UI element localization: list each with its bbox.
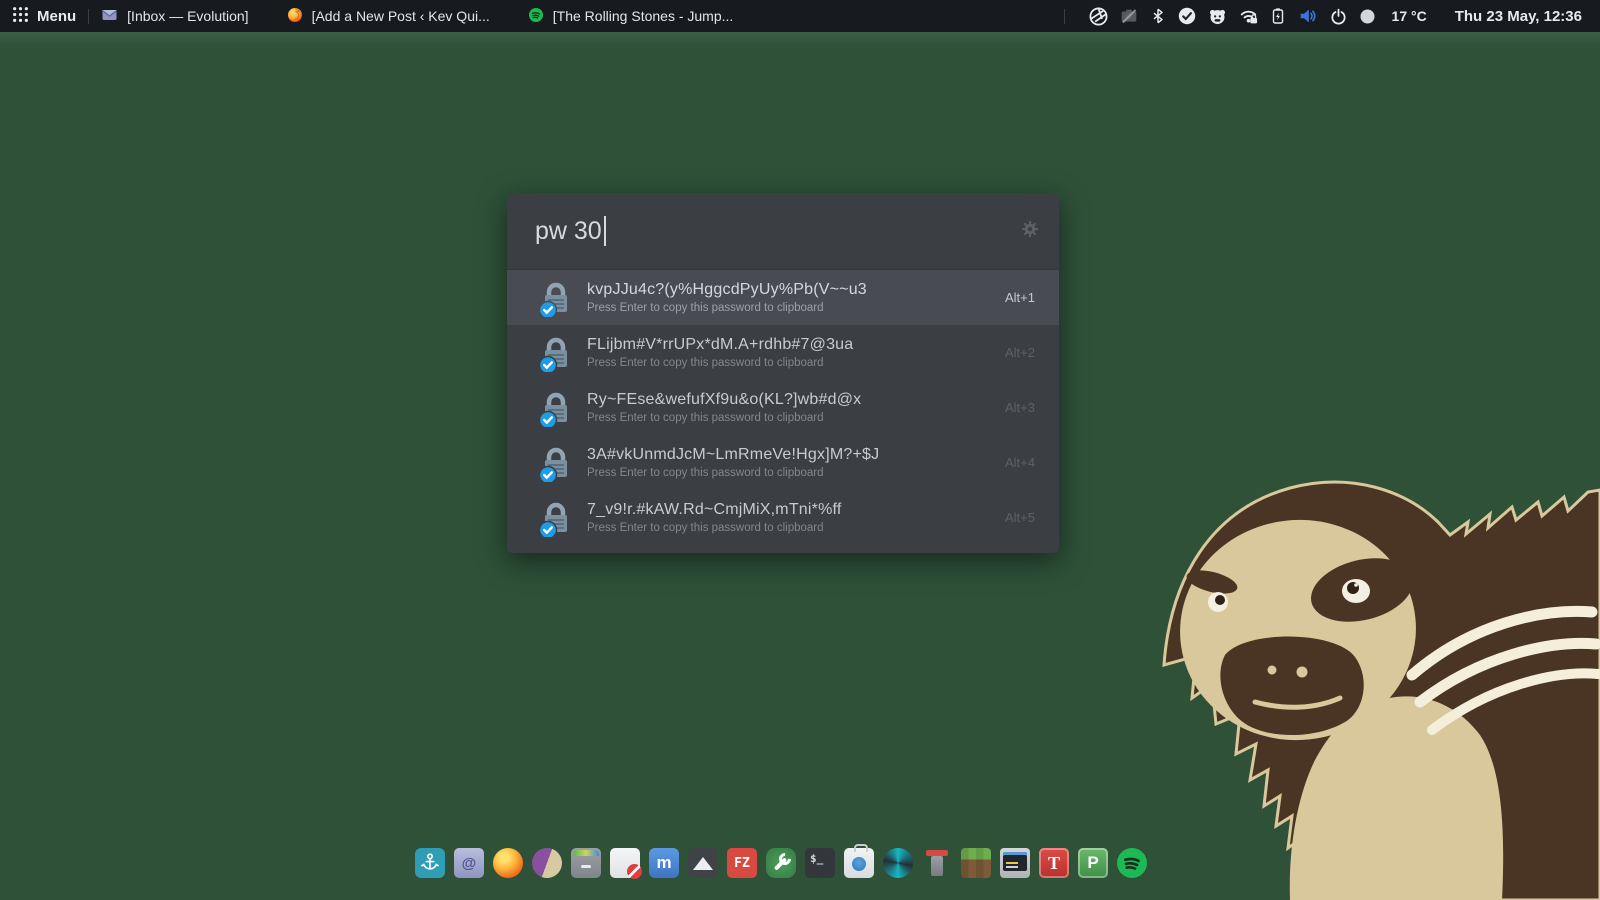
password-text: Ry~FEse&wefufXf9u&o(KL?]wb#d@x bbox=[587, 391, 861, 409]
backup-app-icon[interactable] bbox=[844, 848, 874, 878]
package-wrench-app-icon[interactable] bbox=[766, 848, 796, 878]
text-editor-app-icon[interactable] bbox=[610, 848, 640, 878]
shortcut-badge: Alt+1 bbox=[991, 290, 1035, 305]
dock: @ m FZ $_ T P bbox=[415, 848, 1147, 878]
check-circle-icon[interactable] bbox=[1178, 7, 1196, 25]
system-tray: 17 °C Thu 23 May, 12:36 bbox=[1052, 7, 1588, 26]
pinta-app-icon[interactable]: P bbox=[1078, 848, 1108, 878]
inkscape-app-icon[interactable] bbox=[688, 848, 718, 878]
taskbar-button-label: [Add a New Post ‹ Kev Qui... bbox=[312, 8, 490, 24]
taskbar-button-label: [Inbox — Evolution] bbox=[127, 8, 248, 24]
texmaker-app-icon[interactable]: T bbox=[1039, 848, 1069, 878]
password-text: 7_v9!r.#kAW.Rd~CmjMiX,mTni*%ff bbox=[587, 501, 842, 519]
result-subtitle: Press Enter to copy this password to cli… bbox=[587, 357, 853, 369]
battery-charging-icon[interactable] bbox=[1270, 7, 1286, 25]
password-lock-icon bbox=[537, 389, 575, 427]
taskbar-button-evolution[interactable]: [Inbox — Evolution] bbox=[101, 0, 248, 32]
tray-separator bbox=[1064, 9, 1065, 24]
launcher-window: pw 30 bbox=[507, 193, 1059, 553]
volume-icon[interactable] bbox=[1298, 7, 1318, 25]
taskbar-button-spotify[interactable]: [The Rolling Stones - Jump... bbox=[528, 0, 734, 32]
result-row-5[interactable]: 7_v9!r.#kAW.Rd~CmjMiX,mTni*%ff Press Ent… bbox=[507, 490, 1059, 545]
result-subtitle: Press Enter to copy this password to cli… bbox=[587, 467, 879, 479]
spotify-icon bbox=[528, 7, 544, 26]
result-row-3[interactable]: Ry~FEse&wefufXf9u&o(KL?]wb#d@x Press Ent… bbox=[507, 380, 1059, 435]
camera-off-icon[interactable] bbox=[1120, 7, 1138, 25]
clock-label[interactable]: Thu 23 May, 12:36 bbox=[1455, 8, 1582, 25]
firefox-icon bbox=[287, 7, 303, 26]
result-row-2[interactable]: FLijbm#V*rrUPx*dM.A+rdhb#7@3ua Press Ent… bbox=[507, 325, 1059, 380]
result-subtitle: Press Enter to copy this password to cli… bbox=[587, 302, 867, 314]
wifi-secure-icon[interactable] bbox=[1239, 7, 1258, 25]
terminal-app-icon[interactable]: $_ bbox=[805, 848, 835, 878]
spotify-app-icon[interactable] bbox=[1117, 848, 1147, 878]
password-lock-icon bbox=[537, 499, 575, 537]
result-subtitle: Press Enter to copy this password to cli… bbox=[587, 412, 861, 424]
text-caret bbox=[604, 216, 606, 246]
menu-button[interactable]: Menu bbox=[12, 6, 76, 27]
power-icon[interactable] bbox=[1330, 8, 1347, 25]
top-panel: Menu [Inbox — Evolution] [Add a New Post… bbox=[0, 0, 1600, 32]
firefox-app-icon[interactable] bbox=[493, 848, 523, 878]
password-text: FLijbm#V*rrUPx*dM.A+rdhb#7@3ua bbox=[587, 336, 853, 354]
password-text: kvpJJu4c?(y%HggcdPyUy%Pb(V~~u3 bbox=[587, 281, 867, 299]
evolution-mail-icon bbox=[101, 7, 118, 26]
bluetooth-icon[interactable] bbox=[1150, 7, 1166, 25]
ape-mascot-icon[interactable] bbox=[1208, 7, 1227, 25]
search-input[interactable]: pw 30 bbox=[535, 214, 606, 248]
sloth-wallpaper-illustration bbox=[1150, 460, 1600, 900]
panel-separator bbox=[88, 9, 89, 24]
shortcut-badge: Alt+3 bbox=[991, 400, 1035, 415]
weather-dot-icon[interactable] bbox=[1359, 8, 1376, 25]
minecraft-app-icon[interactable] bbox=[961, 848, 991, 878]
password-text: 3A#vkUnmdJcM~LmRmeVe!Hgx]M?+$J bbox=[587, 446, 879, 464]
password-lock-icon bbox=[537, 279, 575, 317]
shutter-swirl-app-icon[interactable] bbox=[883, 848, 913, 878]
launcher-search-row: pw 30 bbox=[507, 193, 1059, 270]
anchor-app-icon[interactable] bbox=[415, 848, 445, 878]
temperature-label[interactable]: 17 °C bbox=[1392, 8, 1427, 24]
password-lock-icon bbox=[537, 334, 575, 372]
menu-label: Menu bbox=[37, 8, 76, 25]
browser-purple-app-icon[interactable] bbox=[532, 848, 562, 878]
result-subtitle: Press Enter to copy this password to cli… bbox=[587, 522, 842, 534]
shortcut-badge: Alt+2 bbox=[991, 345, 1035, 360]
result-row-4[interactable]: 3A#vkUnmdJcM~LmRmeVe!Hgx]M?+$J Press Ent… bbox=[507, 435, 1059, 490]
result-row-1[interactable]: kvpJJu4c?(y%HggcdPyUy%Pb(V~~u3 Press Ent… bbox=[507, 270, 1059, 325]
remote-terminal-app-icon[interactable] bbox=[1000, 848, 1030, 878]
file-archive-app-icon[interactable] bbox=[571, 848, 601, 878]
gear-icon[interactable] bbox=[1021, 220, 1039, 243]
shortcut-badge: Alt+4 bbox=[991, 455, 1035, 470]
mail-app-icon[interactable]: @ bbox=[454, 848, 484, 878]
mastodon-app-icon[interactable]: m bbox=[649, 848, 679, 878]
search-query-text: pw 30 bbox=[535, 217, 602, 246]
shortcut-badge: Alt+5 bbox=[991, 510, 1035, 525]
shutter-swirl-icon[interactable] bbox=[1089, 7, 1108, 26]
taskbar-button-label: [The Rolling Stones - Jump... bbox=[553, 8, 734, 24]
clamp-tool-app-icon[interactable] bbox=[922, 848, 952, 878]
app-grid-icon bbox=[12, 6, 29, 27]
password-lock-icon bbox=[537, 444, 575, 482]
filezilla-app-icon[interactable]: FZ bbox=[727, 848, 757, 878]
taskbar-button-firefox[interactable]: [Add a New Post ‹ Kev Qui... bbox=[287, 0, 490, 32]
